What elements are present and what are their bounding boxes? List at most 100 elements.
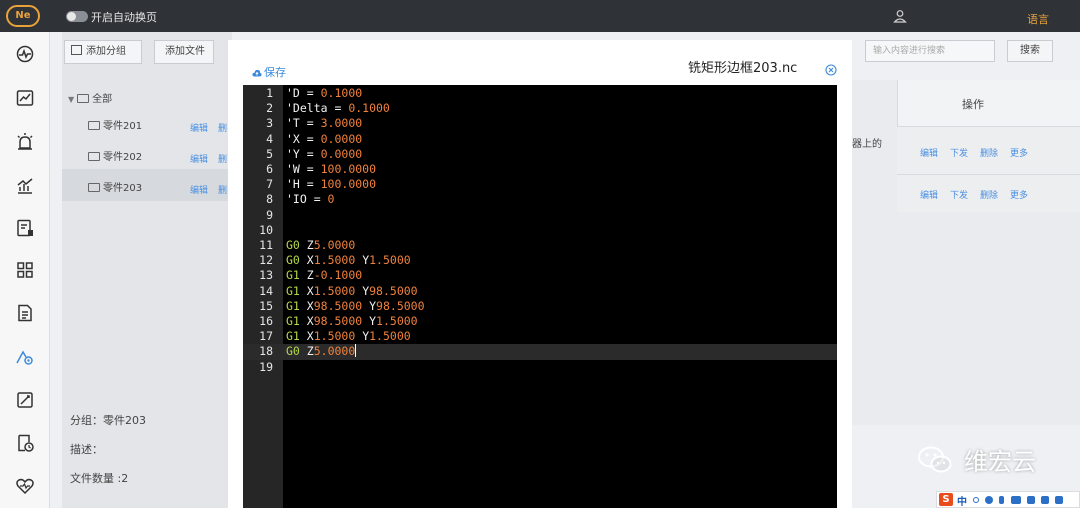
- caret-down-icon: ▼: [68, 95, 75, 104]
- tree-item-edit-link[interactable]: 编辑: [190, 152, 208, 165]
- tree-item-delete-link[interactable]: 删: [218, 183, 227, 196]
- document-icon[interactable]: [15, 303, 35, 323]
- add-file-button[interactable]: 添加文件: [154, 40, 214, 64]
- code-token: G1: [286, 268, 300, 283]
- code-line[interactable]: 14 G1 X1.5000 Y98.5000: [243, 284, 837, 299]
- app-logo[interactable]: Ne: [6, 5, 40, 27]
- search-input[interactable]: 输入内容进行搜索: [865, 40, 995, 62]
- machine-files-icon[interactable]: [15, 347, 35, 367]
- tree-item-edit-link[interactable]: 编辑: [190, 183, 208, 196]
- tree-item-delete-link[interactable]: 删: [218, 121, 227, 134]
- code-token: Z: [299, 268, 314, 283]
- row-delete-link[interactable]: 删除: [980, 188, 998, 201]
- row-edit-link[interactable]: 编辑: [920, 188, 938, 201]
- row-delete-link[interactable]: 删除: [980, 146, 998, 159]
- code-line[interactable]: 16 G1 X98.5000 Y1.5000: [243, 314, 837, 329]
- tree-item[interactable]: 零件201: [88, 117, 142, 132]
- code-line[interactable]: 9: [243, 208, 837, 223]
- toolbox-icon[interactable]: [1027, 496, 1035, 504]
- group-name-line: 分组：零件203: [70, 414, 146, 427]
- ime-mode[interactable]: 中: [957, 493, 967, 508]
- dashboard-icon[interactable]: [15, 44, 35, 64]
- code-token: 98.5000: [376, 298, 425, 313]
- tree-item[interactable]: 零件203: [88, 179, 142, 194]
- row-send-link[interactable]: 下发: [950, 188, 968, 201]
- code-line[interactable]: 5 'Y = 0.0000: [243, 147, 837, 162]
- code-editor[interactable]: 1 'D = 0.1000 2 'Delta = 0.1000 3 'T = 3.0000…: [243, 85, 837, 508]
- code-line[interactable]: 8 'IO = 0: [243, 192, 837, 207]
- row-send-link[interactable]: 下发: [950, 146, 968, 159]
- code-line[interactable]: 11 G0 Z5.0000: [243, 238, 837, 253]
- code-token: 'W =: [286, 162, 321, 176]
- tree-item-delete-link[interactable]: 删: [218, 152, 227, 165]
- add-group-button[interactable]: 添加分组: [64, 40, 142, 64]
- punctuation-icon[interactable]: [973, 497, 979, 503]
- code-line[interactable]: 17 G1 X1.5000 Y1.5000: [243, 329, 837, 344]
- skin-icon[interactable]: [1041, 496, 1049, 504]
- code-token: 0.1000: [348, 101, 390, 116]
- keyboard-icon[interactable]: [1011, 496, 1021, 504]
- line-number: 11: [259, 238, 273, 252]
- row-more-link[interactable]: 更多: [1010, 146, 1028, 159]
- code-line[interactable]: 13 G1 Z-0.1000: [243, 268, 837, 283]
- line-number: 13: [259, 268, 273, 283]
- code-line[interactable]: 3 'T = 3.0000: [243, 116, 837, 131]
- code-line[interactable]: 6 'W = 100.0000: [243, 162, 837, 177]
- schedule-icon[interactable]: [15, 433, 35, 453]
- code-text: 'H = 100.0000: [286, 177, 376, 192]
- code-line[interactable]: 19: [243, 360, 837, 375]
- tree-item-edit-link[interactable]: 编辑: [190, 121, 208, 134]
- code-line[interactable]: 12 G0 X1.5000 Y1.5000: [243, 253, 837, 268]
- code-line[interactable]: 7 'H = 100.0000: [243, 177, 837, 192]
- code-token: 'Y =: [286, 146, 321, 161]
- code-line[interactable]: 4 'X = 0.0000: [243, 132, 837, 147]
- row-edit-link[interactable]: 编辑: [920, 146, 938, 159]
- code-line[interactable]: 2 'Delta = 0.1000: [243, 101, 837, 116]
- save-button[interactable]: 保存: [252, 64, 286, 80]
- code-token: G1: [286, 314, 300, 328]
- voice-icon[interactable]: [999, 496, 1004, 504]
- row-more-link[interactable]: 更多: [1010, 188, 1028, 201]
- grid-icon[interactable]: [15, 260, 35, 280]
- grid-menu-icon[interactable]: [1055, 496, 1063, 504]
- chart-trend-icon[interactable]: [15, 88, 35, 108]
- group-info-pane: 分组：零件203 描述： 文件数量 :2: [62, 390, 232, 508]
- code-line[interactable]: 15 G1 X98.5000 Y98.5000: [243, 299, 837, 314]
- code-text: G0 Z5.0000: [286, 238, 355, 253]
- line-number: 5: [266, 146, 273, 161]
- code-token: 100.0000: [320, 177, 377, 192]
- user-icon[interactable]: [893, 9, 907, 23]
- code-token: X: [299, 283, 314, 298]
- table-header-ops: 操作: [897, 80, 1080, 126]
- code-line[interactable]: 18 G0 Z5.0000: [243, 344, 837, 360]
- add-group-label: 添加分组: [86, 46, 126, 57]
- auto-page-toggle[interactable]: [66, 11, 88, 22]
- language-menu[interactable]: 语言: [1027, 11, 1049, 27]
- code-line[interactable]: 10: [243, 223, 837, 238]
- emoji-icon[interactable]: [985, 496, 993, 504]
- close-icon[interactable]: [825, 64, 837, 76]
- code-line[interactable]: 1 'D = 0.1000: [243, 86, 837, 101]
- device-report-icon[interactable]: [15, 218, 35, 238]
- code-token: 'T =: [286, 116, 321, 131]
- code-text: 'Delta = 0.1000: [286, 101, 390, 116]
- bar-chart-icon[interactable]: [15, 176, 35, 196]
- code-text: G0 X1.5000 Y1.5000: [286, 253, 411, 268]
- search-button[interactable]: 搜索: [1007, 40, 1053, 62]
- code-token: 1.5000: [369, 253, 411, 268]
- line-number: 17: [259, 329, 273, 344]
- code-token: 'H =: [286, 177, 321, 192]
- tree-root[interactable]: ▼ 全部: [68, 90, 112, 105]
- health-icon[interactable]: [15, 476, 35, 496]
- tree-item[interactable]: 零件202: [88, 148, 142, 163]
- folder-icon: [88, 183, 100, 192]
- edit-report-icon[interactable]: [15, 390, 35, 410]
- code-token: Y: [355, 283, 370, 298]
- code-text: 'W = 100.0000: [286, 162, 376, 177]
- code-token: 5.0000: [313, 344, 356, 359]
- alarm-icon[interactable]: [15, 132, 35, 152]
- save-label: 保存: [264, 66, 286, 79]
- line-number: 6: [266, 162, 273, 176]
- sogou-icon[interactable]: S: [939, 493, 953, 506]
- code-token: 1.5000: [313, 329, 356, 344]
